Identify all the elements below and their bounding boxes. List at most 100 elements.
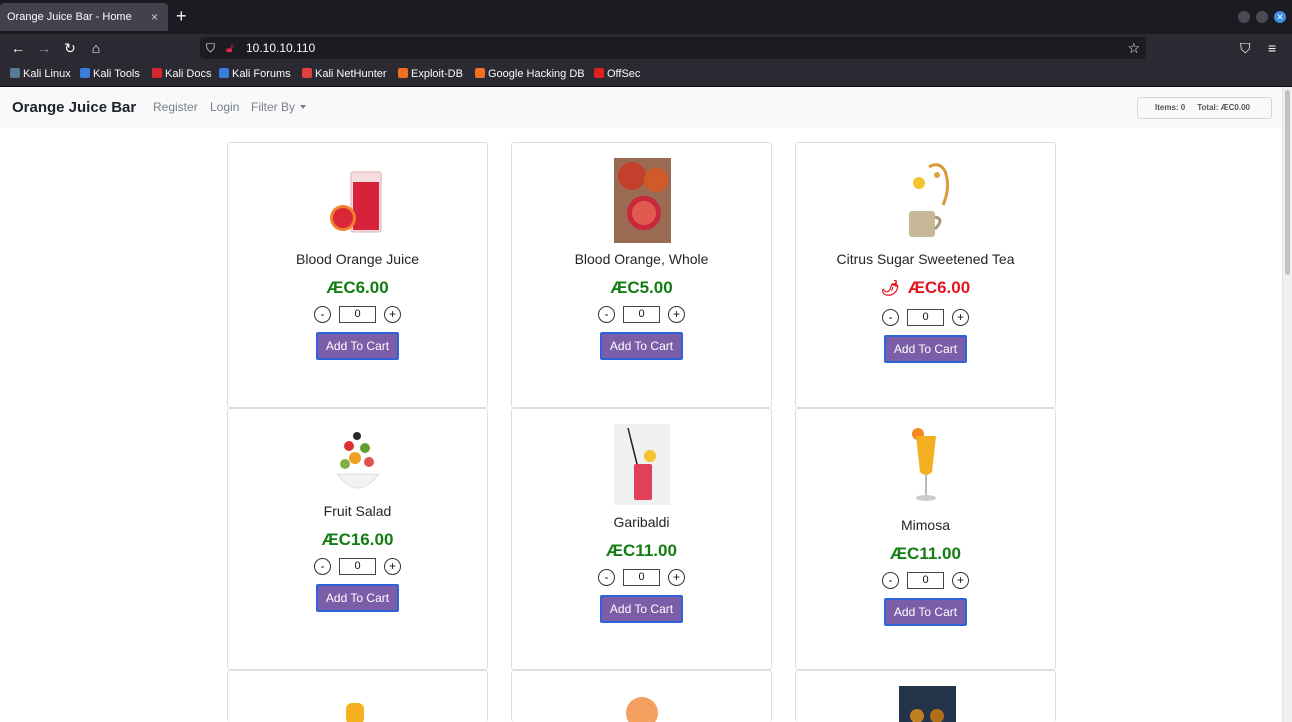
- window-maximize-button[interactable]: [1256, 11, 1268, 23]
- page-scrollbar[interactable]: [1282, 87, 1292, 722]
- home-icon[interactable]: ⌂: [86, 38, 106, 58]
- bookmark-star-icon[interactable]: ☆: [1127, 39, 1140, 57]
- cart-items: Items: 0: [1155, 103, 1186, 112]
- decrement-button[interactable]: -: [598, 306, 615, 324]
- kali-forums-icon: [219, 68, 229, 78]
- add-to-cart-button[interactable]: Add To Cart: [884, 598, 967, 626]
- product-card: 🌶︎ ÆC6.00 Citrus Sugar Sweetened Tea -0 + …: [795, 142, 1056, 408]
- add-to-cart-button[interactable]: Add To Cart: [316, 584, 399, 612]
- increment-button[interactable]: +: [952, 309, 969, 327]
- nethunter-icon: [302, 68, 312, 78]
- add-to-cart-button[interactable]: Add To Cart: [316, 332, 399, 360]
- decrement-button[interactable]: -: [598, 569, 615, 587]
- product-name[interactable]: Citrus Sugar Sweetened Tea: [796, 251, 1055, 267]
- kali-icon: [10, 68, 20, 78]
- browser-navbar: ← → ↻ ⌂ ⛉ 🔓︎ 10.10.10.110 ☆ ⛉ ≡: [0, 34, 1292, 62]
- quantity-stepper: -0 +: [512, 569, 771, 589]
- increment-button[interactable]: +: [384, 558, 401, 576]
- kali-tools-icon: [80, 68, 90, 78]
- browser-tab[interactable]: Orange Juice Bar - Home ×: [0, 3, 168, 31]
- product-name[interactable]: Fruit Salad: [228, 503, 487, 519]
- quantity-stepper: -0 +: [512, 306, 771, 326]
- add-to-cart-button[interactable]: Add To Cart: [884, 335, 967, 363]
- quantity-input[interactable]: 0: [907, 572, 944, 590]
- cart-summary[interactable]: Items: 0 Total: ÆC0.00: [1137, 97, 1272, 119]
- quantity-input[interactable]: 0: [623, 306, 660, 324]
- window-minimize-button[interactable]: [1238, 11, 1250, 23]
- product-image-partial: [899, 686, 956, 722]
- bookmark-google-hacking-db[interactable]: Google Hacking DB: [475, 62, 585, 87]
- reload-icon[interactable]: ↻: [60, 38, 80, 58]
- menu-icon[interactable]: ≡: [1268, 38, 1276, 58]
- product-name[interactable]: Mimosa: [796, 517, 1055, 533]
- scrollbar-thumb[interactable]: [1285, 90, 1290, 275]
- quantity-stepper: -0 +: [796, 309, 1055, 329]
- site-brand[interactable]: Orange Juice Bar: [12, 87, 136, 128]
- product-price: ÆC6.00: [326, 278, 389, 297]
- add-to-cart-button[interactable]: Add To Cart: [600, 332, 683, 360]
- new-tab-button[interactable]: +: [176, 4, 187, 28]
- quantity-input[interactable]: 0: [907, 309, 944, 327]
- increment-button[interactable]: +: [384, 306, 401, 324]
- bookmark-kali-tools[interactable]: Kali Tools: [80, 62, 140, 87]
- quantity-input[interactable]: 0: [339, 558, 376, 576]
- bookmark-kali-forums[interactable]: Kali Forums: [219, 62, 291, 87]
- site-navbar: Orange Juice Bar Register Login Filter B…: [0, 87, 1282, 128]
- pocket-icon[interactable]: ⛉: [1240, 38, 1251, 58]
- product-name[interactable]: Garibaldi: [512, 514, 771, 530]
- forward-arrow-icon[interactable]: →: [34, 38, 54, 58]
- decrement-button[interactable]: -: [882, 572, 899, 590]
- blood-orange-whole-image: [614, 158, 671, 243]
- quantity-input[interactable]: 0: [623, 569, 660, 587]
- increment-button[interactable]: +: [668, 306, 685, 324]
- bookmark-kali-nethunter[interactable]: Kali NetHunter: [302, 62, 387, 87]
- quantity-input[interactable]: 0: [339, 306, 376, 324]
- product-card: [511, 670, 772, 722]
- citrus-tea-image: [909, 163, 950, 237]
- mimosa-image: [912, 428, 936, 501]
- login-link[interactable]: Login: [210, 87, 239, 128]
- increment-button[interactable]: +: [668, 569, 685, 587]
- garibaldi-image: [614, 424, 670, 505]
- bookmark-exploit-db[interactable]: Exploit-DB: [398, 62, 463, 87]
- filter-dropdown[interactable]: Filter By: [251, 87, 307, 128]
- bookmark-kali-linux[interactable]: Kali Linux: [10, 62, 71, 87]
- url-text[interactable]: 10.10.10.110: [246, 37, 315, 59]
- caret-down-icon: [300, 105, 307, 109]
- tab-title: Orange Juice Bar - Home: [7, 11, 132, 23]
- tab-bar: Orange Juice Bar - Home × + ✕: [0, 0, 1292, 34]
- kali-docs-icon: [152, 68, 162, 78]
- product-price: ÆC16.00: [321, 530, 394, 549]
- bookmark-kali-docs[interactable]: Kali Docs: [152, 62, 211, 87]
- product-price: 🌶︎ ÆC6.00: [880, 278, 971, 297]
- bookmark-offsec[interactable]: OffSec: [594, 62, 640, 87]
- add-to-cart-button[interactable]: Add To Cart: [600, 595, 683, 623]
- bookmarks-toolbar: Kali Linux Kali Tools Kali Docs Kali For…: [0, 62, 1292, 87]
- increment-button[interactable]: +: [952, 572, 969, 590]
- hot-deal-flame-icon: 🌶︎: [880, 280, 900, 297]
- product-price: ÆC11.00: [890, 544, 961, 563]
- decrement-button[interactable]: -: [882, 309, 899, 327]
- window-close-button[interactable]: ✕: [1274, 11, 1286, 23]
- product-card: Mimosa ÆC11.00 -0 + Add To Cart: [795, 408, 1056, 670]
- register-link[interactable]: Register: [153, 87, 198, 128]
- quantity-stepper: -0 +: [228, 558, 487, 578]
- url-bar[interactable]: ⛉ 🔓︎ 10.10.10.110 ☆: [200, 37, 1146, 59]
- product-price: ÆC11.00: [606, 541, 677, 560]
- product-card: [795, 670, 1056, 722]
- product-card: Garibaldi ÆC11.00 -0 + Add To Cart: [511, 408, 772, 670]
- ghdb-icon: [475, 68, 485, 78]
- product-card: [227, 670, 488, 722]
- product-name[interactable]: Blood Orange Juice: [228, 251, 487, 267]
- product-image-partial: [346, 703, 364, 722]
- tab-close-icon[interactable]: ×: [151, 3, 158, 31]
- shield-icon[interactable]: ⛉: [206, 40, 215, 56]
- product-name[interactable]: Blood Orange, Whole: [512, 251, 771, 267]
- fruit-salad-image: [335, 432, 381, 489]
- decrement-button[interactable]: -: [314, 306, 331, 324]
- back-arrow-icon[interactable]: ←: [8, 38, 28, 58]
- product-card: Blood Orange Juice ÆC6.00 -0 + Add To Car…: [227, 142, 488, 408]
- quantity-stepper: -0 +: [228, 306, 487, 326]
- decrement-button[interactable]: -: [314, 558, 331, 576]
- insecure-lock-icon[interactable]: 🔓︎: [226, 40, 234, 56]
